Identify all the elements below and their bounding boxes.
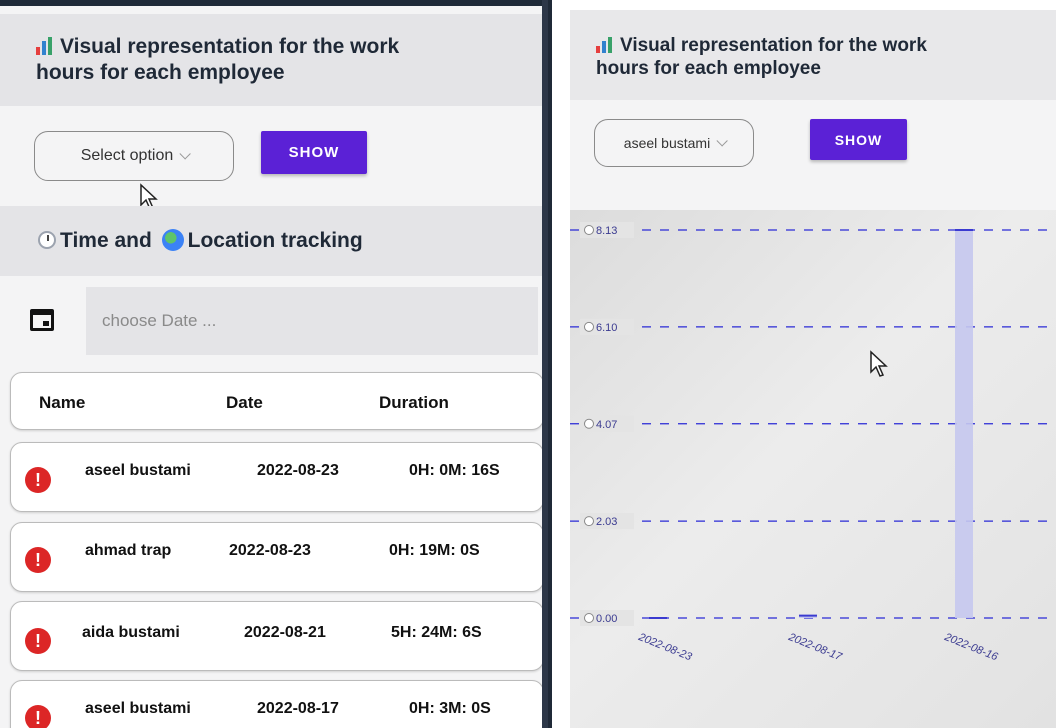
row-date: 2022-08-21 [244, 624, 326, 641]
screenshot-root: Visual representation for the work hours… [0, 0, 1056, 728]
y-tick-label: 6.10 [596, 322, 617, 334]
chevron-down-icon [716, 135, 728, 147]
bar-chart-icon [596, 37, 612, 53]
table-header: Name Date Duration [10, 372, 544, 430]
chart-section-header: Visual representation for the work hours… [570, 10, 1056, 100]
x-tick-label: 2022-08-17 [786, 631, 844, 664]
left-screen: Visual representation for the work hours… [0, 0, 552, 728]
section-title: Visual representation for the work hours… [36, 34, 399, 86]
mouse-cursor-icon [870, 350, 888, 377]
title-line2: hours for each employee [596, 58, 821, 79]
row-duration: 0H: 19M: 0S [389, 542, 480, 559]
chevron-down-icon [179, 148, 192, 160]
y-tick-label: 0.00 [596, 613, 617, 625]
calendar-icon[interactable] [30, 309, 54, 331]
alert-icon: ! [25, 547, 51, 573]
column-header-name: Name [39, 393, 86, 412]
bar[interactable] [955, 230, 973, 618]
y-tick-label: 4.07 [596, 419, 617, 431]
table-row[interactable]: ! aseel bustami 2022-08-17 0H: 3M: 0S [10, 680, 544, 728]
show-button[interactable]: SHOW [261, 131, 367, 174]
row-duration: 5H: 24M: 6S [391, 624, 482, 641]
clock-icon [38, 231, 56, 249]
clock-icon [584, 418, 594, 429]
row-duration: 0H: 3M: 0S [409, 700, 491, 717]
alert-icon: ! [25, 467, 51, 493]
row-date: 2022-08-23 [257, 462, 339, 479]
select-value: Select option [80, 147, 174, 164]
y-tick-label: 8.13 [596, 225, 617, 237]
row-name: aseel bustami [85, 700, 191, 717]
column-header-date: Date [226, 393, 263, 412]
clock-icon [584, 613, 594, 623]
row-duration: 0H: 0M: 16S [409, 462, 500, 479]
right-screen: Visual representation for the work hours… [570, 0, 1056, 728]
tracking-section-header: Time and Location tracking [0, 206, 546, 276]
chart-section-header: Visual representation for the work hours… [0, 14, 546, 106]
x-tick-label: 2022-08-23 [636, 631, 694, 664]
title-line2: hours for each employee [36, 61, 285, 84]
row-date: 2022-08-17 [257, 700, 339, 717]
employee-select[interactable]: Select option [34, 131, 234, 181]
table-row[interactable]: ! aida bustami 2022-08-21 5H: 24M: 6S [10, 601, 544, 671]
title-line1: Visual representation for the work [60, 35, 400, 58]
table-row[interactable]: ! aseel bustami 2022-08-23 0H: 0M: 16S [10, 442, 544, 512]
table-row[interactable]: ! ahmad trap 2022-08-23 0H: 19M: 0S [10, 522, 544, 592]
panel-edge [542, 0, 548, 728]
tracking-title-part2: Location tracking [187, 229, 363, 252]
clock-icon [584, 321, 594, 332]
column-header-duration: Duration [379, 393, 449, 412]
section-title: Visual representation for the work hours… [596, 34, 927, 80]
bar-chart-icon [36, 37, 52, 55]
clock-icon [584, 516, 594, 527]
date-input[interactable] [86, 287, 538, 355]
clock-icon [584, 225, 594, 235]
employee-select[interactable]: aseel bustami [594, 119, 754, 167]
alert-icon: ! [25, 628, 51, 654]
bar-chart: 8.13 6.10 4.07 2.03 0.00 2022-08-23 2022-08-17… [570, 222, 1056, 664]
y-tick-label: 2.03 [596, 516, 617, 528]
select-value: aseel bustami [623, 135, 711, 151]
chart-area: 8.13 6.10 4.07 2.03 0.00 2022-08-23 2022-08-17… [570, 210, 1056, 728]
show-button[interactable]: SHOW [810, 119, 907, 160]
title-line1: Visual representation for the work [620, 35, 927, 56]
row-name: ahmad trap [85, 542, 172, 559]
row-date: 2022-08-23 [229, 542, 311, 559]
tracking-title-part1: Time and [60, 229, 152, 252]
row-name: aida bustami [82, 624, 180, 641]
globe-icon [161, 229, 184, 251]
alert-icon: ! [25, 705, 51, 728]
x-tick-label: 2022-08-16 [942, 631, 1000, 664]
top-border [0, 0, 548, 6]
tracking-title: Time and Location tracking [38, 228, 363, 254]
row-name: aseel bustami [85, 462, 191, 479]
